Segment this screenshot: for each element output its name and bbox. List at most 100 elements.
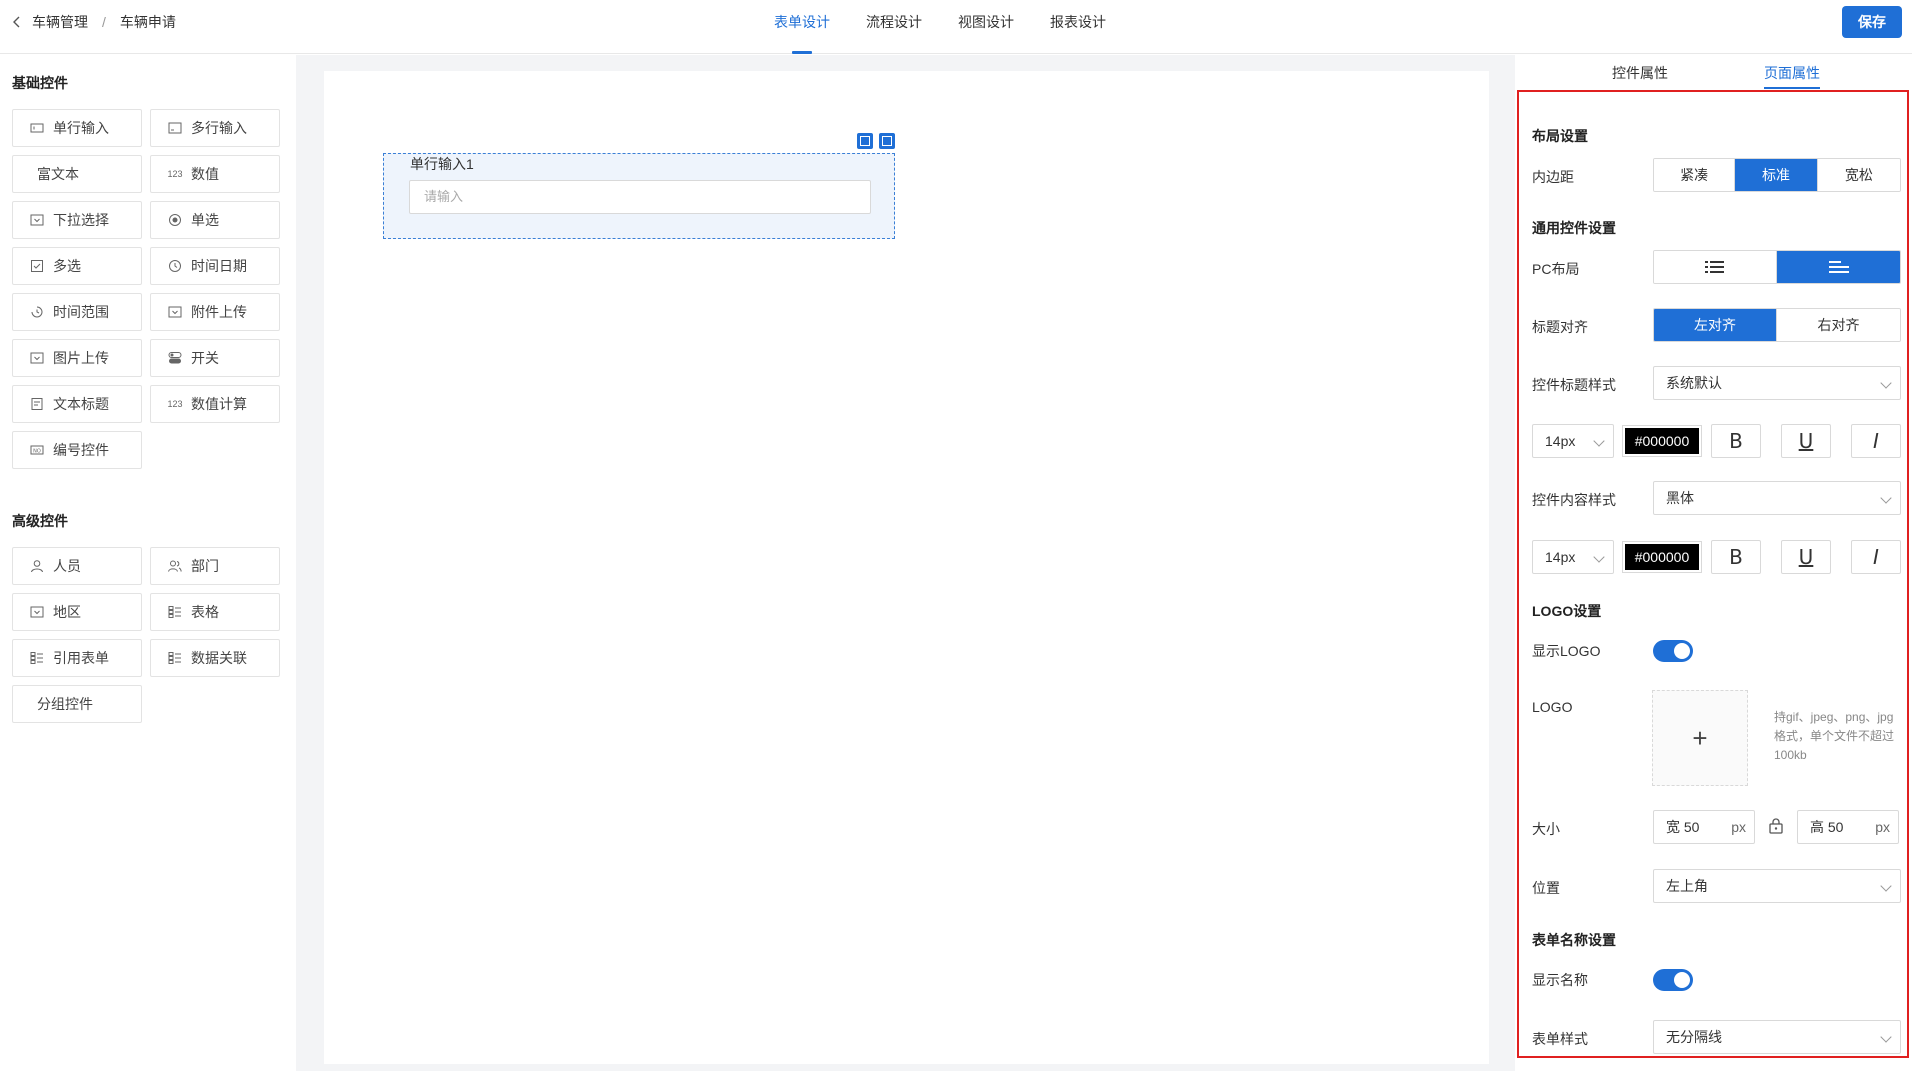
control-department[interactable]: 部门 <box>150 547 280 585</box>
align-left-option[interactable]: 左对齐 <box>1654 309 1777 341</box>
control-single-input[interactable]: 单行输入 <box>12 109 142 147</box>
save-button[interactable]: 保存 <box>1842 6 1902 38</box>
user-icon <box>29 558 45 574</box>
control-image-upload[interactable]: 图片上传 <box>12 339 142 377</box>
dropdown-icon <box>29 212 45 228</box>
title-italic-button[interactable]: I <box>1851 424 1901 458</box>
logo-label: LOGO <box>1532 699 1573 715</box>
title-underline-button[interactable]: U <box>1781 424 1831 458</box>
control-attachment[interactable]: 附件上传 <box>150 293 280 331</box>
logo-height-input[interactable]: 高 50 px <box>1797 810 1899 844</box>
position-label: 位置 <box>1532 880 1560 896</box>
chevron-down-icon <box>1880 492 1892 504</box>
control-datetime[interactable]: 时间日期 <box>150 247 280 285</box>
control-serial-number[interactable]: NO 编号控件 <box>12 431 142 469</box>
time-range-icon <box>29 304 45 320</box>
breadcrumb-separator: / <box>102 14 106 30</box>
title-align-label: 标题对齐 <box>1532 319 1588 335</box>
control-radio[interactable]: 单选 <box>150 201 280 239</box>
control-number[interactable]: 123 数值 <box>150 155 280 193</box>
clock-icon <box>167 258 183 274</box>
logo-upload-hint: 持gif、jpeg、png、jpg格式，单个文件不超过100kb <box>1774 710 1895 762</box>
show-name-label: 显示名称 <box>1532 972 1588 988</box>
control-number-calc[interactable]: 123 数值计算 <box>150 385 280 423</box>
chevron-down-icon <box>1593 435 1605 447</box>
control-switch[interactable]: 开关 <box>150 339 280 377</box>
control-rich-text[interactable]: 富文本 <box>12 155 142 193</box>
control-text-title[interactable]: 文本标题 <box>12 385 142 423</box>
selected-field[interactable]: 单行输入1 请输入 <box>383 153 895 239</box>
content-italic-button[interactable]: I <box>1851 540 1901 574</box>
input-icon <box>29 120 45 136</box>
breadcrumb-current: 车辆申请 <box>119 14 176 30</box>
department-icon <box>167 558 183 574</box>
control-group[interactable]: 分组控件 <box>12 685 142 723</box>
text-title-icon <box>29 396 45 412</box>
control-reference-form[interactable]: 引用表单 <box>12 639 142 677</box>
padding-compact[interactable]: 紧凑 <box>1654 159 1736 191</box>
control-user[interactable]: 人员 <box>12 547 142 585</box>
chevron-down-icon <box>1593 551 1605 563</box>
content-underline-button[interactable]: U <box>1781 540 1831 574</box>
breadcrumb-parent[interactable]: 车辆管理 <box>32 12 88 32</box>
list-vertical-icon <box>1705 261 1724 273</box>
title-color-picker[interactable]: #000000 <box>1622 425 1702 457</box>
logo-width-input[interactable]: 宽 50 px <box>1653 810 1755 844</box>
control-table[interactable]: 表格 <box>150 593 280 631</box>
field-toolbar <box>857 133 895 149</box>
content-bold-button[interactable]: B <box>1711 540 1761 574</box>
delete-icon[interactable] <box>879 133 895 149</box>
tab-control-properties[interactable]: 控件属性 <box>1612 63 1668 83</box>
size-label: 大小 <box>1532 821 1560 837</box>
align-right-option[interactable]: 右对齐 <box>1777 309 1900 341</box>
control-checkbox[interactable]: 多选 <box>12 247 142 285</box>
pc-layout-horizontal[interactable] <box>1777 251 1900 283</box>
content-color-picker[interactable]: #000000 <box>1622 541 1702 573</box>
field-input-preview[interactable]: 请输入 <box>409 180 871 214</box>
show-logo-label: 显示LOGO <box>1532 643 1601 659</box>
advanced-controls-title: 高级控件 <box>12 513 68 529</box>
logo-upload[interactable]: + <box>1652 690 1748 786</box>
number-123-icon: 123 <box>167 169 183 179</box>
table-icon <box>167 604 183 620</box>
logo-settings-title: LOGO设置 <box>1532 603 1602 619</box>
form-style-select[interactable]: 无分隔线 <box>1653 1020 1901 1054</box>
title-style-label: 控件标题样式 <box>1532 377 1616 393</box>
checkbox-icon <box>29 258 45 274</box>
content-font-size-select[interactable]: 14px <box>1532 540 1614 574</box>
tab-report-design[interactable]: 报表设计 <box>1032 0 1124 54</box>
chevron-left-icon[interactable] <box>10 15 24 29</box>
copy-icon[interactable] <box>857 133 873 149</box>
tab-view-design[interactable]: 视图设计 <box>940 0 1032 54</box>
pc-layout-label: PC布局 <box>1532 261 1580 277</box>
control-time-range[interactable]: 时间范围 <box>12 293 142 331</box>
control-data-link[interactable]: 数据关联 <box>150 639 280 677</box>
title-style-select[interactable]: 系统默认 <box>1653 366 1901 400</box>
field-label: 单行输入1 <box>410 156 474 172</box>
tab-form-design[interactable]: 表单设计 <box>756 0 848 54</box>
layout-settings-title: 布局设置 <box>1532 128 1588 144</box>
attachment-icon <box>167 304 183 320</box>
padding-segmented: 紧凑 标准 宽松 <box>1653 158 1901 192</box>
content-style-select[interactable]: 黑体 <box>1653 481 1901 515</box>
logo-position-select[interactable]: 左上角 <box>1653 869 1901 903</box>
chevron-down-icon <box>1880 880 1892 892</box>
control-multi-input[interactable]: 多行输入 <box>150 109 280 147</box>
padding-standard[interactable]: 标准 <box>1735 159 1818 191</box>
common-settings-title: 通用控件设置 <box>1532 220 1616 236</box>
properties-tabs: 控件属性 页面属性 <box>1516 55 1912 89</box>
serial-number-icon: NO <box>29 442 45 458</box>
show-logo-toggle[interactable] <box>1653 640 1693 662</box>
show-name-toggle[interactable] <box>1653 969 1693 991</box>
reference-form-icon <box>29 650 45 666</box>
title-font-size-select[interactable]: 14px <box>1532 424 1614 458</box>
breadcrumb: 车辆管理 / 车辆申请 <box>10 12 176 32</box>
padding-loose[interactable]: 宽松 <box>1817 159 1900 191</box>
tab-page-properties[interactable]: 页面属性 <box>1764 63 1820 89</box>
pc-layout-vertical[interactable] <box>1654 251 1777 283</box>
tab-flow-design[interactable]: 流程设计 <box>848 0 940 54</box>
control-region[interactable]: 地区 <box>12 593 142 631</box>
title-bold-button[interactable]: B <box>1711 424 1761 458</box>
control-dropdown[interactable]: 下拉选择 <box>12 201 142 239</box>
lock-ratio-icon[interactable] <box>1768 817 1784 835</box>
